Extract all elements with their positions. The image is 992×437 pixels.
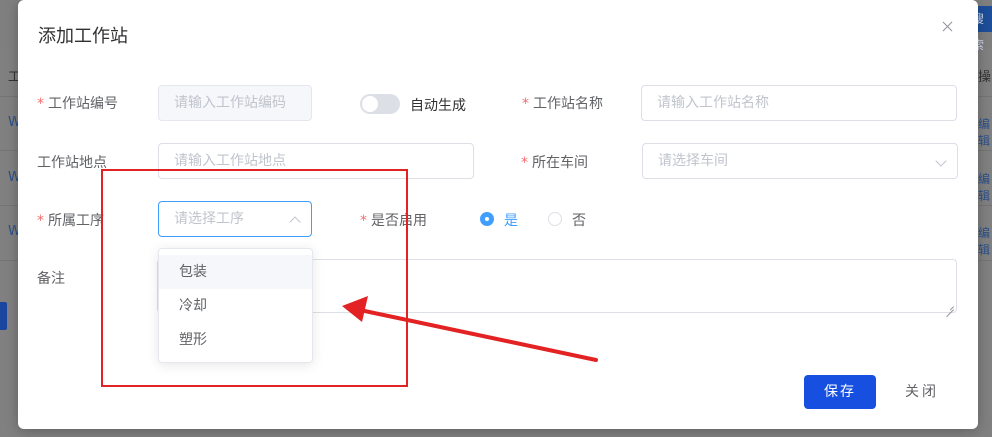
process-select[interactable]: 请选择工序 xyxy=(158,201,312,237)
chevron-up-icon xyxy=(289,216,301,228)
resize-grip-icon[interactable] xyxy=(946,302,954,310)
required-mark: * xyxy=(521,155,528,171)
required-mark: * xyxy=(360,213,367,229)
process-dropdown: 包装 冷却 塑形 xyxy=(158,248,313,363)
station-location-label: 工作站地点 xyxy=(37,155,107,171)
background-edit-link: 编辑 xyxy=(978,117,991,148)
process-label: * 所属工序 xyxy=(37,213,104,229)
dialog-title: 添加工作站 xyxy=(38,26,128,47)
process-option-shaping[interactable]: 塑形 xyxy=(159,323,312,357)
process-option-cooling[interactable]: 冷却 xyxy=(159,289,312,323)
required-mark: * xyxy=(522,96,529,112)
close-button[interactable]: 关闭 xyxy=(890,375,954,409)
background-button xyxy=(0,302,7,330)
required-mark: * xyxy=(37,213,44,229)
background-edit-link: 编辑 xyxy=(978,226,991,257)
close-icon[interactable] xyxy=(940,19,956,35)
auto-generate-switch[interactable] xyxy=(360,94,400,114)
background-header-col-right: 操 xyxy=(978,70,992,85)
required-mark: * xyxy=(37,96,44,112)
background-edit-link: 编辑 xyxy=(978,172,991,203)
process-option-packaging[interactable]: 包装 xyxy=(159,255,312,289)
enabled-yes-radio[interactable] xyxy=(480,212,494,226)
chevron-down-icon xyxy=(935,155,947,167)
save-button[interactable]: 保存 xyxy=(804,375,876,409)
station-code-label: * 工作站编号 xyxy=(37,96,118,112)
workshop-label: * 所在车间 xyxy=(521,155,588,171)
auto-generate-label: 自动生成 xyxy=(410,98,466,114)
station-name-input[interactable]: 请输入工作站名称 xyxy=(641,85,957,121)
station-location-input[interactable]: 请输入工作站地点 xyxy=(158,143,474,179)
workshop-select-placeholder: 请选择车间 xyxy=(658,153,728,169)
enabled-label: * 是否启用 xyxy=(360,213,427,229)
workshop-select[interactable]: 请选择车间 xyxy=(642,143,958,179)
enabled-no-label[interactable]: 否 xyxy=(572,210,586,230)
station-name-label: * 工作站名称 xyxy=(522,96,603,112)
enabled-no-radio[interactable] xyxy=(548,212,562,226)
process-select-placeholder: 请选择工序 xyxy=(174,211,244,227)
add-workstation-dialog: 添加工作站 * 工作站编号 请输入工作站编码 自动生成 * 工作站名称 请输入工作站… xyxy=(18,0,978,429)
switch-knob xyxy=(362,96,378,112)
remark-label: 备注 xyxy=(37,271,65,287)
station-code-input[interactable]: 请输入工作站编码 xyxy=(158,85,312,121)
enabled-yes-label[interactable]: 是 xyxy=(504,210,518,230)
